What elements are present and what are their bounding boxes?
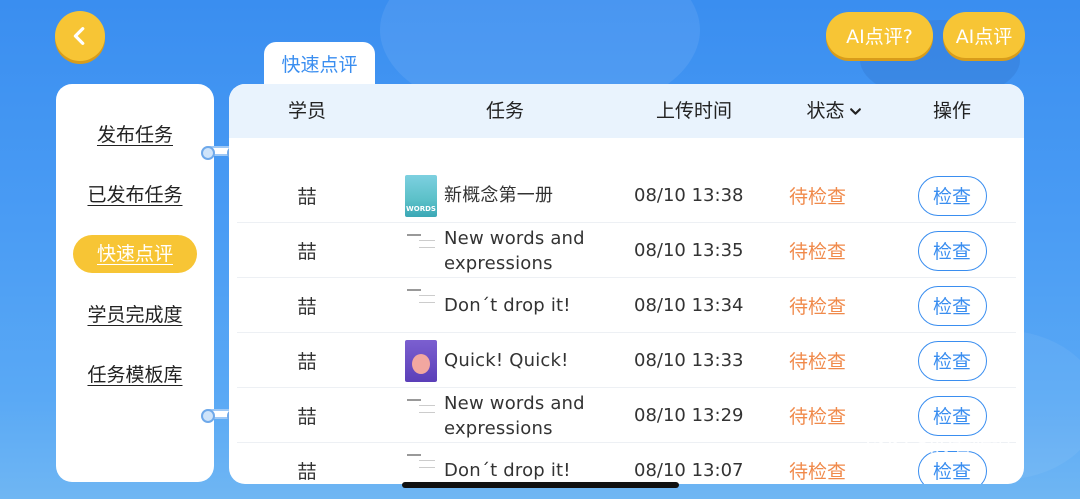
student-name: 喆: [297, 186, 317, 208]
check-button[interactable]: 检查: [917, 340, 987, 381]
sidebar-item-publish-task[interactable]: 发布任务: [56, 120, 214, 147]
table-row: 喆 Quick! Quick! 08/10 13:33 待检查 检查: [229, 333, 1024, 388]
upload-time: 08/10 13:34: [634, 295, 744, 316]
task-thumbnail: [405, 388, 437, 443]
task-title: New words and expressions: [444, 227, 585, 274]
status-badge: 待检查: [789, 186, 847, 208]
table-row: 喆 New words and expressions 08/10 13:35 …: [229, 223, 1024, 278]
task-title: Don´t drop it!: [444, 295, 571, 316]
upload-time: 08/10 13:07: [634, 460, 744, 481]
status-badge: 待检查: [789, 351, 847, 373]
status-filter-dropdown[interactable]: 状态: [789, 84, 879, 138]
task-thumbnail: [405, 168, 437, 223]
header-task: 任务: [485, 100, 524, 122]
student-name: 喆: [297, 406, 317, 428]
action-cell: 检查: [917, 278, 987, 333]
watermark: Sally看听说: [866, 430, 1012, 459]
document-image: [405, 449, 437, 484]
student-name: 喆: [297, 241, 317, 263]
task-thumbnail: [405, 333, 437, 388]
action-cell: 检查: [917, 168, 987, 223]
check-button[interactable]: 检查: [917, 175, 987, 216]
table-row: 喆 Don´t drop it! 08/10 13:34 待检查 检查: [229, 278, 1024, 333]
sidebar-item-task-templates[interactable]: 任务模板库: [56, 360, 214, 387]
header-status: 状态: [806, 100, 845, 122]
chevron-left-icon: [73, 27, 85, 45]
tab-quick-review[interactable]: 快速点评: [264, 42, 375, 84]
chevron-down-icon: [849, 108, 861, 115]
header-student: 学员: [287, 100, 326, 122]
task-title: Quick! Quick!: [444, 350, 569, 371]
watermark-text: Sally看听说: [904, 434, 1012, 458]
book-cover-image: [405, 174, 437, 217]
action-cell: 检查: [917, 223, 987, 278]
action-cell: 检查: [917, 333, 987, 388]
task-title: Don´t drop it!: [444, 460, 571, 481]
upload-time: 08/10 13:29: [634, 405, 744, 426]
back-button[interactable]: [55, 11, 105, 61]
check-button[interactable]: 检查: [917, 285, 987, 326]
upload-time: 08/10 13:38: [634, 185, 744, 206]
table-header: 学员 任务 上传时间 状态 操作: [229, 84, 1024, 138]
sidebar-item-student-completion[interactable]: 学员完成度: [56, 300, 214, 327]
student-name: 喆: [297, 351, 317, 373]
review-table-panel: 学员 任务 上传时间 状态 操作 喆 新概念第一册 08/10 13:38 待检…: [229, 84, 1024, 484]
task-thumbnail: [405, 223, 437, 278]
status-badge: 待检查: [789, 406, 847, 428]
sidebar-item-published-tasks[interactable]: 已发布任务: [56, 180, 214, 207]
home-indicator[interactable]: [402, 482, 679, 488]
header-action: 操作: [932, 100, 971, 122]
task-title: 新概念第一册: [444, 185, 554, 206]
wechat-icon: [867, 431, 899, 457]
status-badge: 待检查: [789, 241, 847, 263]
status-badge: 待检查: [789, 461, 847, 483]
student-name: 喆: [297, 296, 317, 318]
upload-time: 08/10 13:35: [634, 240, 744, 261]
book-cover-image: [405, 339, 437, 382]
task-title: New words and expressions: [444, 392, 585, 439]
document-image: [405, 284, 437, 327]
task-thumbnail: [405, 278, 437, 333]
header-upload-time: 上传时间: [655, 100, 732, 122]
sidebar: 发布任务 已发布任务 快速点评 学员完成度 任务模板库: [56, 84, 214, 482]
check-button[interactable]: 检查: [917, 230, 987, 271]
upload-time: 08/10 13:33: [634, 350, 744, 371]
sidebar-item-quick-review[interactable]: 快速点评: [73, 235, 197, 273]
ai-review-help-button[interactable]: AI点评?: [826, 12, 933, 58]
status-badge: 待检查: [789, 296, 847, 318]
document-image: [405, 394, 437, 437]
ai-review-button[interactable]: AI点评: [943, 12, 1025, 58]
task-thumbnail: [405, 443, 437, 484]
table-row: 喆 新概念第一册 08/10 13:38 待检查 检查: [229, 168, 1024, 223]
student-name: 喆: [297, 461, 317, 483]
document-image: [405, 229, 437, 272]
